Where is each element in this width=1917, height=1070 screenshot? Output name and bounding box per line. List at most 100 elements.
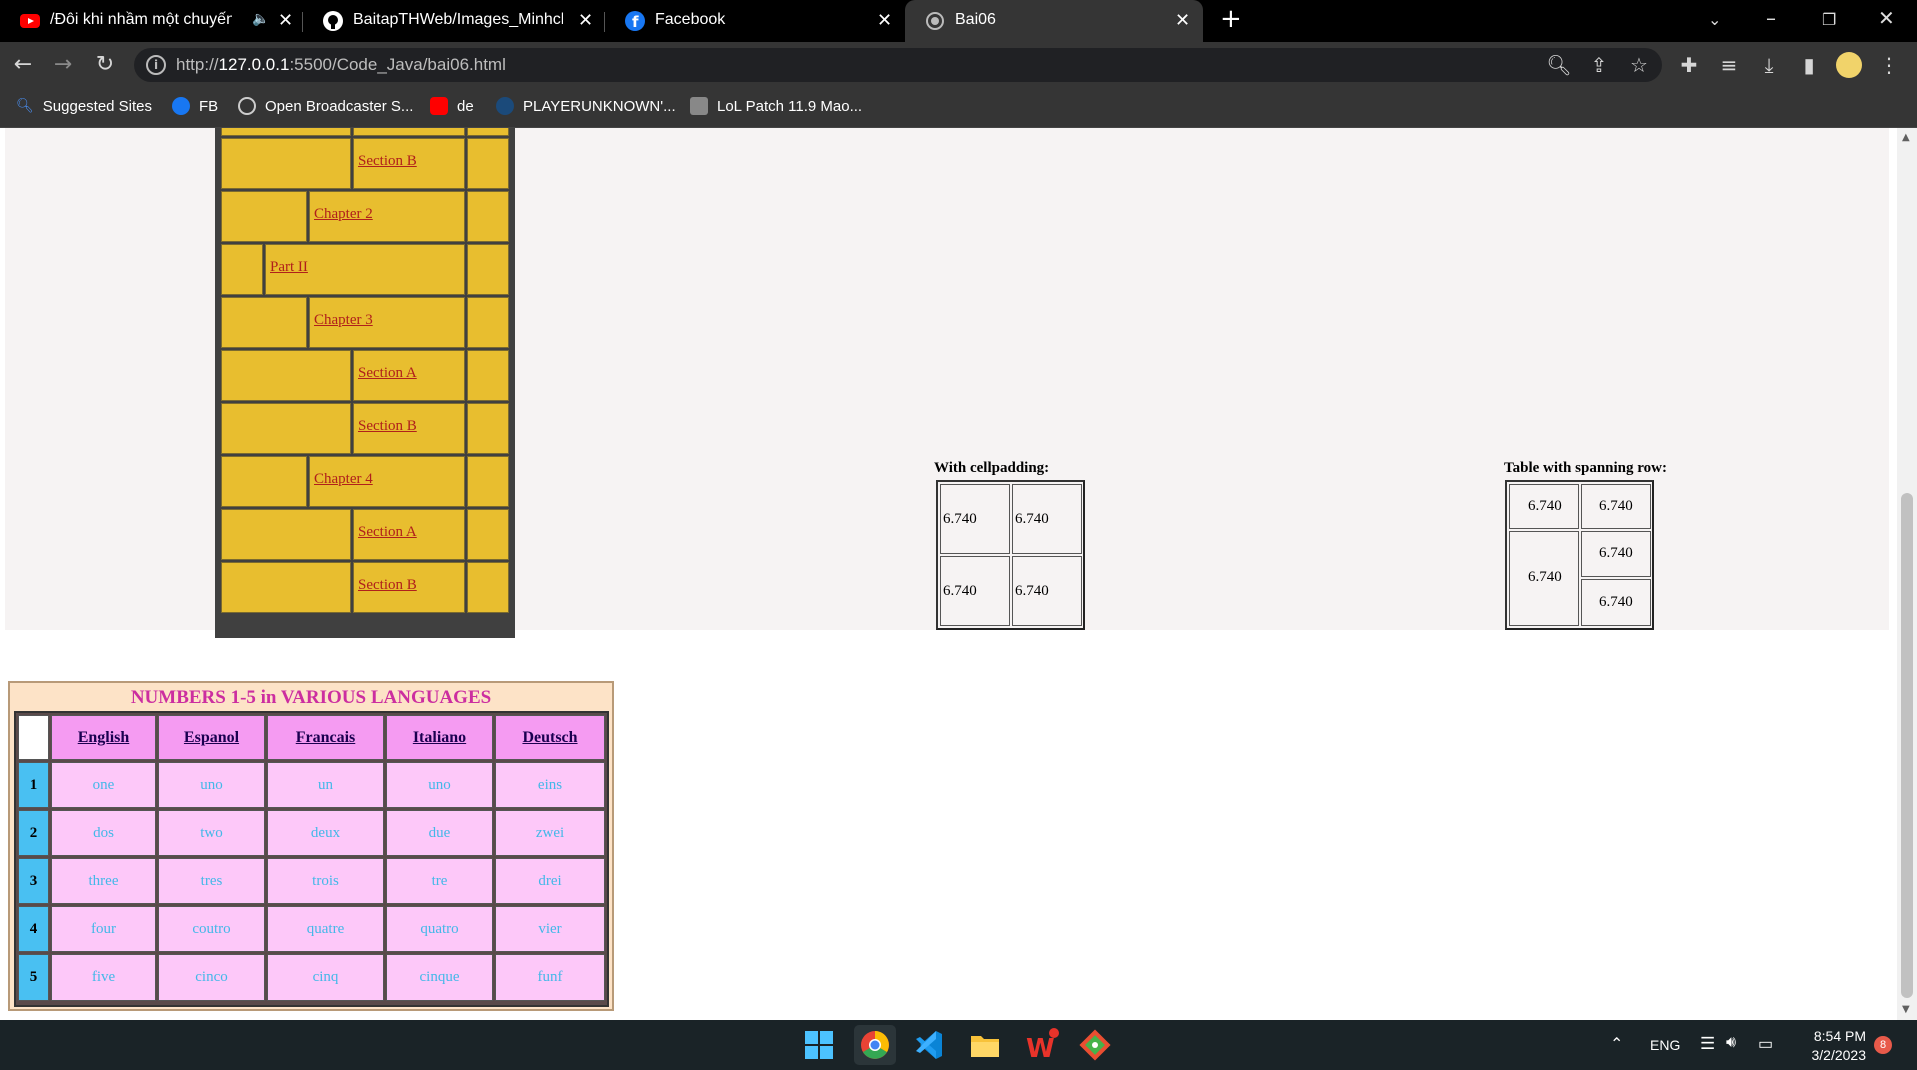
- toc-cell: [221, 403, 351, 454]
- toc-cell: [221, 138, 351, 189]
- file-explorer-taskbar-button[interactable]: [964, 1025, 1006, 1065]
- toc-link[interactable]: Section B: [358, 153, 417, 170]
- scroll-down-icon[interactable]: ▼: [1902, 1004, 1910, 1015]
- tab-title: BaitapTHWeb/Images_Minhchung: [353, 11, 563, 28]
- url-text[interactable]: http://127.0.0.1:5500/Code_Java/bai06.ht…: [176, 55, 506, 75]
- toc-link[interactable]: Chapter 4: [314, 471, 373, 488]
- facebook-icon: f: [625, 11, 645, 31]
- toc-cell: [467, 138, 509, 189]
- toc-link[interactable]: Section A: [358, 365, 417, 382]
- bookmark-fb[interactable]: FB: [172, 97, 218, 115]
- bookmark-obs[interactable]: Open Broadcaster S...: [238, 97, 413, 115]
- git-taskbar-button[interactable]: [1074, 1025, 1116, 1065]
- column-header: English: [51, 715, 156, 760]
- row-number: 1: [18, 762, 49, 808]
- spanning-caption: Table with spanning row:: [1504, 460, 1667, 476]
- minimize-icon[interactable]: –: [1766, 6, 1776, 30]
- table-cell: two: [158, 810, 265, 856]
- extensions-icon[interactable]: ✚: [1676, 52, 1702, 78]
- zoom-icon[interactable]: 🔍︎: [1546, 52, 1572, 78]
- reload-icon[interactable]: ↻: [90, 50, 120, 80]
- table-cell: drei: [495, 858, 605, 904]
- table-cell: 6.740: [1509, 484, 1579, 529]
- scrollbar-thumb[interactable]: [1901, 493, 1913, 998]
- toc-cell: [221, 244, 263, 295]
- media-control-icon[interactable]: ≡: [1716, 52, 1742, 78]
- table-cell: 6.740: [1012, 484, 1082, 554]
- back-icon[interactable]: ←: [8, 50, 38, 80]
- tab-bai06[interactable]: Bai06 ✕: [905, 0, 1203, 42]
- notification-badge[interactable]: 8: [1874, 1036, 1892, 1054]
- battery-icon[interactable]: ▭: [1758, 1034, 1773, 1054]
- table-cell: uno: [158, 762, 265, 808]
- tab-facebook[interactable]: f Facebook ✕: [605, 0, 903, 42]
- vscode-icon: [916, 1031, 942, 1059]
- tab-youtube[interactable]: /Đôi khi nhầm một chuyến xe 🔈 ✕: [0, 0, 300, 42]
- bookmark-star-icon[interactable]: ☆: [1626, 52, 1652, 78]
- table-cell: dos: [51, 810, 156, 856]
- wifi-icon[interactable]: ☰: [1700, 1034, 1715, 1054]
- toc-cell: Section B: [353, 138, 465, 189]
- globe-icon: [926, 12, 944, 30]
- table-cell: due: [386, 810, 493, 856]
- toc-cell: Section A: [353, 509, 465, 560]
- start-button[interactable]: [798, 1025, 840, 1065]
- new-tab-button[interactable]: +: [1220, 4, 1242, 34]
- wps-taskbar-button[interactable]: W: [1020, 1025, 1062, 1065]
- clock-time[interactable]: 8:54 PM: [1806, 1028, 1866, 1044]
- site-info-icon[interactable]: i: [146, 55, 166, 75]
- menu-kebab-icon[interactable]: ⋮: [1876, 52, 1902, 78]
- tab-github[interactable]: BaitapTHWeb/Images_Minhchung ✕: [303, 0, 603, 42]
- table-cell: eins: [495, 762, 605, 808]
- close-tab-icon[interactable]: ✕: [578, 10, 593, 31]
- toc-cell: Chapter 4: [309, 456, 465, 507]
- tab-search-icon[interactable]: ⌄: [1708, 10, 1721, 29]
- table-cell: trois: [267, 858, 384, 904]
- github-icon: [323, 11, 343, 31]
- input-language[interactable]: ENG: [1650, 1037, 1680, 1053]
- vertical-scrollbar[interactable]: ▲ ▼: [1897, 128, 1917, 1020]
- forward-icon[interactable]: →: [48, 50, 78, 80]
- toc-link[interactable]: Section B: [358, 577, 417, 594]
- toc-link[interactable]: Chapter 2: [314, 206, 373, 223]
- toc-cell: Section A: [353, 350, 465, 401]
- close-tab-icon[interactable]: ✕: [278, 10, 293, 31]
- toc-cell: [221, 128, 351, 136]
- close-tab-icon[interactable]: ✕: [877, 10, 892, 31]
- side-panel-icon[interactable]: ▮: [1796, 52, 1822, 78]
- table-cell: three: [51, 858, 156, 904]
- table-cell: 6.740: [940, 484, 1010, 554]
- bookmark-suggested-sites[interactable]: 🔍︎ Suggested Sites: [16, 97, 152, 115]
- vscode-taskbar-button[interactable]: [908, 1025, 950, 1065]
- bookmark-lol[interactable]: LoL Patch 11.9 Mao...: [690, 97, 862, 115]
- spanning-table: 6.740 6.740 6.740 6.740 6.740: [1505, 480, 1654, 630]
- toc-cell: [467, 244, 509, 295]
- scroll-up-icon[interactable]: ▲: [1902, 132, 1910, 143]
- restore-icon[interactable]: ❐: [1822, 10, 1836, 29]
- toc-link[interactable]: Section B: [358, 418, 417, 435]
- download-icon[interactable]: ⤓: [1756, 52, 1782, 78]
- table-cell: quatre: [267, 906, 384, 952]
- table-cell-rowspan: 6.740: [1509, 531, 1579, 626]
- toc-cell: [467, 562, 509, 613]
- share-icon[interactable]: ⇪: [1586, 52, 1612, 78]
- toc-cell: [221, 297, 307, 348]
- address-bar[interactable]: i http://127.0.0.1:5500/Code_Java/bai06.…: [134, 48, 1662, 82]
- tab-title: Facebook: [655, 11, 726, 28]
- show-hidden-icons-icon[interactable]: ⌃: [1610, 1034, 1623, 1054]
- close-window-icon[interactable]: ✕: [1878, 6, 1895, 30]
- toc-link[interactable]: Section A: [358, 524, 417, 541]
- close-tab-icon[interactable]: ✕: [1175, 10, 1190, 31]
- toc-link[interactable]: Part II: [270, 259, 308, 276]
- chrome-taskbar-button[interactable]: [854, 1025, 896, 1065]
- toc-link[interactable]: Chapter 3: [314, 312, 373, 329]
- table-cell: 6.740: [1012, 556, 1082, 626]
- clock-date[interactable]: 3/2/2023: [1800, 1047, 1867, 1063]
- volume-icon[interactable]: 🔊︎: [1726, 1034, 1736, 1052]
- audio-icon[interactable]: 🔈: [252, 11, 269, 27]
- profile-avatar[interactable]: [1836, 52, 1862, 78]
- bookmark-pubg[interactable]: PLAYERUNKNOWN'...: [496, 97, 676, 115]
- bookmark-de[interactable]: de: [430, 97, 474, 115]
- svg-text:W: W: [1026, 1034, 1055, 1064]
- corner-cell: [18, 715, 49, 760]
